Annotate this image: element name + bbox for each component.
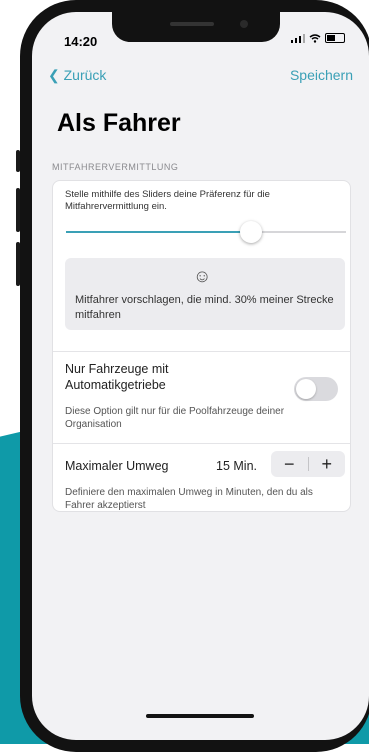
smiley-icon: ☺ — [193, 266, 212, 286]
chevron-left-icon: ❮ — [48, 67, 64, 83]
divider — [53, 443, 350, 444]
slider-thumb[interactable] — [239, 221, 262, 243]
detour-label: Maximaler Umweg — [65, 459, 169, 473]
increment-button[interactable]: + — [309, 451, 346, 477]
status-icons — [291, 33, 345, 43]
decrement-button[interactable]: − — [271, 451, 308, 477]
automatic-toggle[interactable] — [294, 377, 338, 401]
speaker-grille — [170, 22, 214, 26]
status-time: 14:20 — [64, 34, 98, 49]
front-camera — [240, 20, 248, 28]
section-label: MITFAHRERVERMITTLUNG — [52, 162, 179, 172]
detour-stepper: − + — [271, 451, 345, 477]
detour-value: 15 Min. — [216, 459, 257, 473]
automatic-label: Nur Fahrzeuge mit Automatikgetriebe — [65, 362, 169, 392]
back-button[interactable]: ❮ Zurück — [48, 67, 106, 84]
divider — [53, 351, 350, 352]
slider-description: Stelle mithilfe des Sliders deine Präfer… — [65, 189, 270, 212]
phone-screen: 14:20 ❮ Zurück Speichern Als Fahrer MITF… — [32, 12, 369, 740]
back-label: Zurück — [63, 67, 107, 83]
detour-description: Definiere den maximalen Umweg in Minuten… — [65, 487, 313, 511]
slider-track-fill — [66, 231, 251, 233]
automatic-description: Diese Option gilt nur für die Poolfahrze… — [65, 406, 285, 430]
toggle-knob — [296, 379, 316, 399]
nav-bar: ❮ Zurück Speichern — [32, 67, 369, 91]
page-title: Als Fahrer — [57, 109, 181, 137]
mute-switch — [16, 150, 20, 172]
notch — [112, 12, 280, 42]
preference-box: ☺ Mitfahrer vorschlagen, die mind. 30% m… — [65, 258, 345, 330]
wifi-icon — [309, 34, 321, 43]
battery-icon — [325, 33, 345, 43]
volume-up-button — [16, 188, 20, 232]
signal-bars-icon — [291, 34, 305, 43]
settings-card: Stelle mithilfe des Sliders deine Präfer… — [52, 180, 351, 512]
home-indicator — [146, 714, 254, 718]
volume-down-button — [16, 242, 20, 286]
save-button[interactable]: Speichern — [290, 67, 353, 83]
preference-text: Mitfahrer vorschlagen, die mind. 30% mei… — [75, 294, 334, 321]
